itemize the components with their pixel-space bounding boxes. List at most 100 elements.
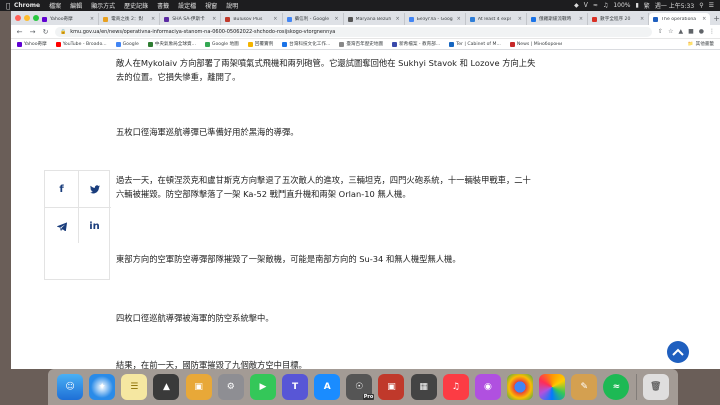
twitter-share-button[interactable] xyxy=(78,171,111,207)
facebook-share-button[interactable]: f xyxy=(45,171,78,207)
facetime-icon[interactable]: ▶ xyxy=(249,374,276,400)
tab-at-least[interactable]: At least 4 expl × xyxy=(466,13,527,25)
lock-icon[interactable]: 🔒 xyxy=(60,29,66,35)
tab-google-search-1[interactable]: 攝信利 - Google × xyxy=(283,13,344,25)
tab-bulusov[interactable]: Bulusov Plus × xyxy=(221,13,283,25)
profile-avatar-icon[interactable]: ● xyxy=(699,28,704,35)
address-url[interactable]: kmu.gov.ua/en/news/operativna-informaciy… xyxy=(70,29,335,35)
reload-icon[interactable]: ↻ xyxy=(42,28,49,36)
bookmark-favicon xyxy=(55,41,61,47)
bookmark-item[interactable]: Yahoo奇摩 xyxy=(17,41,47,47)
tab-russia[interactable]: 俄羅斯緩流戰時 × xyxy=(527,13,589,25)
menu-window[interactable]: 視窗 xyxy=(205,1,217,10)
system-preferences-icon[interactable]: ⚙ xyxy=(217,374,244,400)
close-icon[interactable]: × xyxy=(579,16,583,22)
control-center-icon[interactable]: ☰ xyxy=(709,2,714,9)
close-icon[interactable]: × xyxy=(90,16,94,22)
close-window-button[interactable] xyxy=(15,15,21,21)
app-store-icon[interactable]: A xyxy=(314,374,341,400)
article-paragraph: 結果，在前一天，國防軍摧毀了九個敵方空中目標。 xyxy=(116,360,307,369)
bookmark-item[interactable]: Google 地圖 xyxy=(204,41,239,47)
trash-icon[interactable]: 🗑 xyxy=(642,374,669,400)
extension-icon[interactable]: ▲ xyxy=(678,28,683,35)
close-icon[interactable]: × xyxy=(151,16,155,22)
close-icon[interactable]: × xyxy=(212,16,216,22)
safari-icon[interactable]: ✦ xyxy=(89,374,116,400)
macos-menubar:  Chrome 檔案 編輯 顯示方式 歷史記錄 書籤 設定檔 視窗 說明 ◆ … xyxy=(0,0,720,11)
menu-view[interactable]: 顯示方式 xyxy=(91,1,115,10)
bookmark-star-icon[interactable]: ☆ xyxy=(668,28,673,35)
bookmark-item[interactable]: Ter | Cabinet of M... xyxy=(449,41,501,47)
bookmark-item[interactable]: YouTube - Broado... xyxy=(55,41,107,47)
back-arrow-icon[interactable]: ← xyxy=(16,28,23,36)
photos-icon[interactable] xyxy=(539,374,566,400)
tab-operational-info[interactable]: The operationa × xyxy=(649,13,711,25)
menu-help[interactable]: 說明 xyxy=(226,1,238,10)
menu-app-name[interactable]: Chrome xyxy=(14,2,40,9)
spotlight-icon[interactable]: ⚲ xyxy=(699,2,703,9)
teams-icon[interactable]: T xyxy=(282,374,309,400)
spotify-icon[interactable]: ≈ xyxy=(603,374,630,400)
puzzle-icon[interactable]: ■ xyxy=(688,28,694,35)
bookmark-item[interactable]: News | Міноборони xyxy=(509,41,562,47)
input-method-indicator[interactable]: 繁 xyxy=(644,1,650,10)
music-icon[interactable]: ♫ xyxy=(442,374,469,400)
folder-icon: 📁 xyxy=(687,41,694,47)
podcasts-icon[interactable]: ◉ xyxy=(474,374,501,400)
menubar-clock[interactable]: 週一 上午5:33 xyxy=(655,1,694,10)
address-bar[interactable]: 🔒 kmu.gov.ua/en/news/operativna-informac… xyxy=(55,26,653,37)
tab-ecommerce[interactable]: 電商之後 2：對 × xyxy=(99,13,161,25)
other-bookmarks[interactable]: 📁 其他書籤 xyxy=(687,41,714,48)
close-icon[interactable]: × xyxy=(457,16,461,22)
close-icon[interactable]: × xyxy=(518,16,522,22)
battery-icon[interactable]: ▮ xyxy=(635,2,638,9)
close-icon[interactable]: × xyxy=(702,16,706,22)
menu-edit[interactable]: 編輯 xyxy=(70,1,82,10)
bookmark-item[interactable]: 台灣科技文化工作... xyxy=(282,41,330,47)
scroll-to-top-button[interactable] xyxy=(667,341,689,363)
close-icon[interactable]: × xyxy=(640,16,644,22)
wifi-icon[interactable]: ≈ xyxy=(593,2,598,9)
new-tab-button[interactable]: + xyxy=(713,13,720,25)
close-icon[interactable]: × xyxy=(334,16,338,22)
tab-sha[interactable]: SHA SA-伊斯卡 × xyxy=(160,13,222,25)
tab-favicon xyxy=(531,16,536,22)
photo-booth-icon[interactable]: ▣ xyxy=(378,374,405,400)
artrage-icon[interactable]: ✎ xyxy=(571,374,598,400)
dropbox-icon[interactable]: ◆ xyxy=(574,2,579,9)
close-icon[interactable]: × xyxy=(273,16,277,22)
preview-icon[interactable]: ▣ xyxy=(185,374,212,400)
chrome-icon[interactable] xyxy=(507,374,534,400)
page-content: 敵人在Mykolaiv 方向部署了兩架噴氣式飛機和兩列砲管。它還試圖奪回他在 S… xyxy=(11,50,720,369)
telegram-share-button[interactable] xyxy=(45,208,78,244)
volume-icon[interactable]: ♫ xyxy=(603,2,608,9)
bookmark-favicon xyxy=(392,41,398,47)
tab-digital[interactable]: 數字全程序 20 × xyxy=(588,13,650,25)
apple-menu-icon[interactable]:  xyxy=(6,2,14,10)
photos-library-icon[interactable]: ▦ xyxy=(410,374,437,400)
tab-yahoo[interactable]: Yahoo奇摩 × xyxy=(38,13,100,25)
tab-maryana[interactable]: Maryana Bezuh × xyxy=(344,13,405,25)
final-cut-pro-icon[interactable]: ☉ Pro xyxy=(346,374,375,400)
finder-icon[interactable]: ☺ xyxy=(57,374,84,400)
launchpad-icon[interactable]: ▲ xyxy=(153,374,180,400)
menu-history[interactable]: 歷史記錄 xyxy=(124,1,148,10)
more-menu-icon[interactable]: ⋮ xyxy=(709,28,715,35)
share-page-icon[interactable]: ⇧ xyxy=(658,28,663,35)
menu-bookmarks[interactable]: 書籤 xyxy=(157,1,169,10)
bookmark-item[interactable]: 新希檔案 - 教育部... xyxy=(392,41,440,47)
bookmark-item[interactable]: 中央氣象局全球資... xyxy=(147,41,196,47)
bluetooth-icon[interactable]: ᐯ xyxy=(584,2,588,9)
bookmark-item[interactable]: 臺灣百年歷史地圖 xyxy=(339,41,383,47)
close-icon[interactable]: × xyxy=(396,16,400,22)
tab-google-search-2[interactable]: Безугла - Goog × xyxy=(405,13,466,25)
forward-arrow-icon[interactable]: → xyxy=(29,28,36,36)
zoom-window-button[interactable] xyxy=(33,15,39,21)
linkedin-share-button[interactable]: in xyxy=(78,208,111,244)
bookmark-item[interactable]: 回覆實例 xyxy=(247,41,273,47)
notes-icon[interactable]: ☰ xyxy=(121,374,148,400)
menu-file[interactable]: 檔案 xyxy=(49,1,61,10)
menu-profiles[interactable]: 設定檔 xyxy=(178,1,196,10)
bookmark-item[interactable]: Google xyxy=(115,41,139,47)
minimize-window-button[interactable] xyxy=(24,15,30,21)
